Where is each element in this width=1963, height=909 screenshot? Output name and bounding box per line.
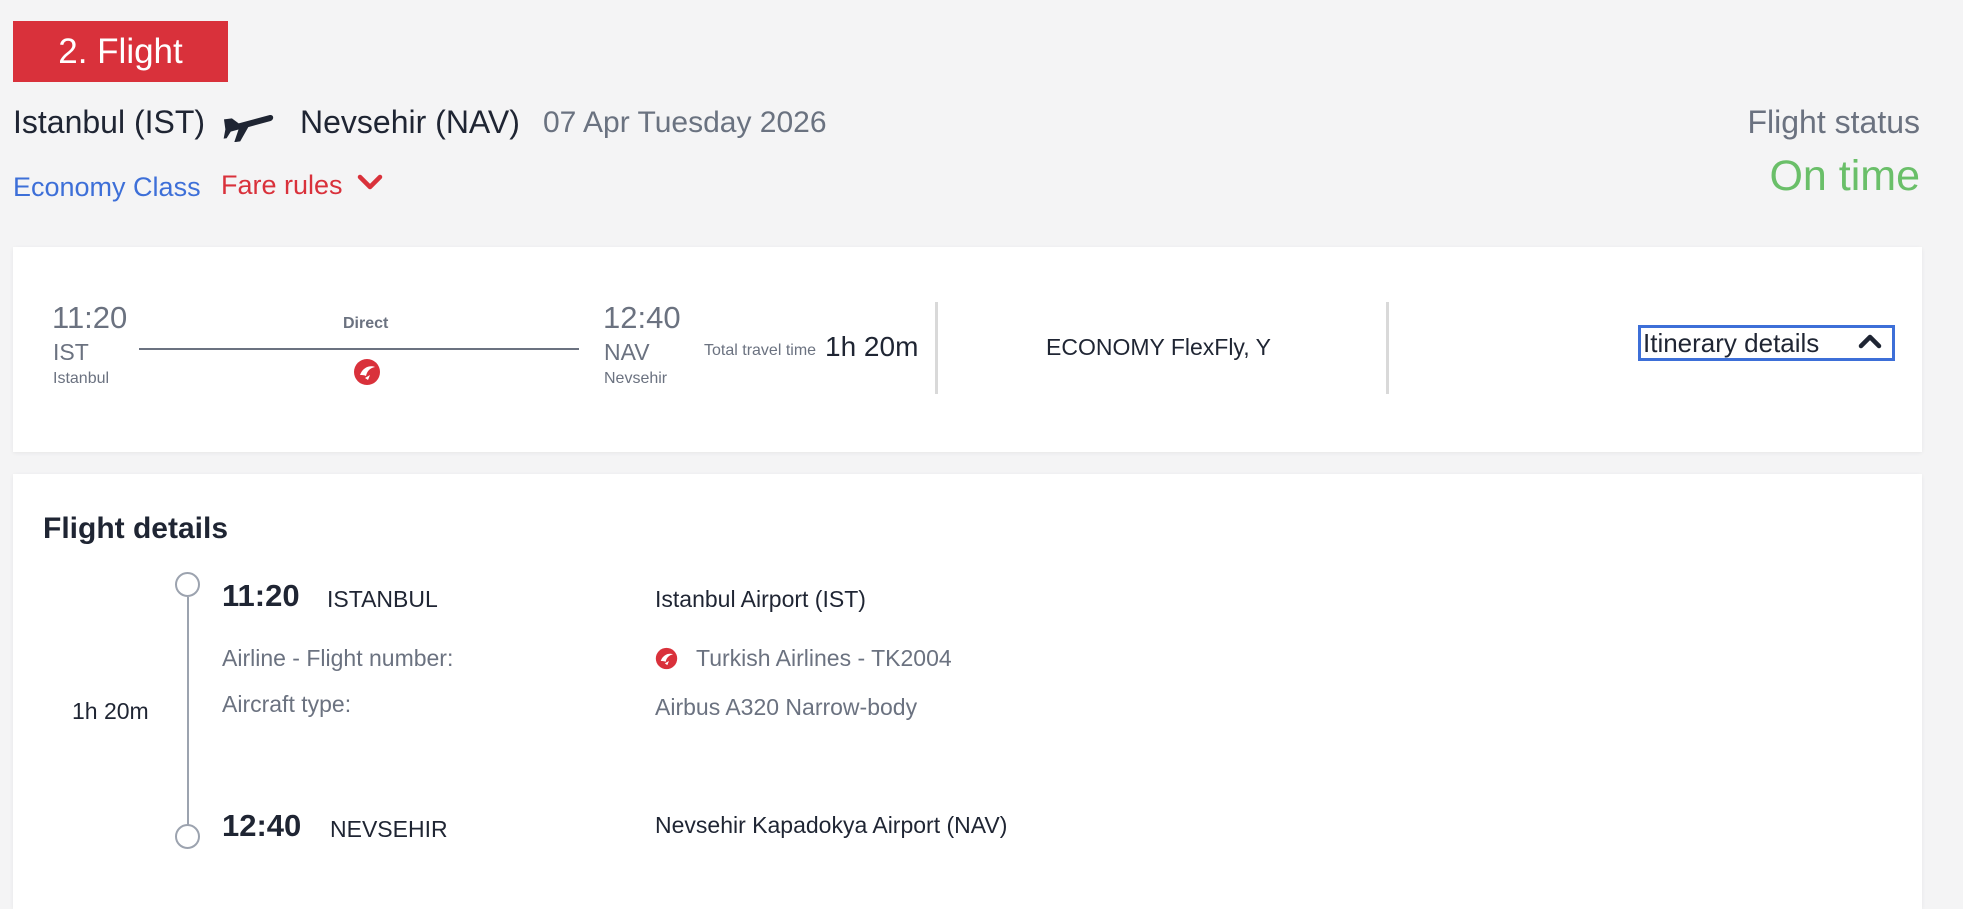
divider xyxy=(1386,302,1389,394)
departure-time: 11:20 xyxy=(52,300,128,335)
timeline-line xyxy=(187,597,189,835)
cabin-class: Economy Class xyxy=(13,172,201,202)
departure-time: 11:20 xyxy=(222,578,300,613)
departure-city: Istanbul xyxy=(53,370,110,387)
departure-airport: Istanbul Airport (IST) xyxy=(655,586,866,612)
flight-date: 07 Apr Tuesday 2026 xyxy=(543,106,827,139)
fare-rules-toggle[interactable]: Fare rules xyxy=(221,170,383,201)
arrival-city: Nevsehir xyxy=(604,370,668,387)
itinerary-details-button[interactable]: Itinerary details xyxy=(1638,325,1895,361)
airline-value: Turkish Airlines - TK2004 xyxy=(696,645,952,671)
origin-city: Istanbul (IST) xyxy=(13,104,206,140)
arrival-airport: Nevsehir Kapadokya Airport (NAV) xyxy=(655,812,1008,838)
itinerary-details-label: Itinerary details xyxy=(1643,327,1820,358)
arrival-timeline-dot xyxy=(175,824,200,849)
arrival-time: 12:40 xyxy=(222,808,302,843)
chevron-up-icon xyxy=(1858,333,1882,354)
turkish-airlines-logo-icon xyxy=(353,358,381,391)
total-travel-value: 1h 20m xyxy=(825,331,919,362)
step-badge: 2. Flight xyxy=(13,21,228,82)
flight-status-label: Flight status xyxy=(1747,104,1920,140)
route-line xyxy=(139,348,579,350)
destination-city: Nevsehir (NAV) xyxy=(300,104,520,140)
arrival-code: NAV xyxy=(604,339,650,365)
arrival-city-name: NEVSEHIR xyxy=(330,816,448,842)
stop-type: Direct xyxy=(343,315,389,332)
flight-duration: 1h 20m xyxy=(72,698,149,724)
fare-rules-label: Fare rules xyxy=(221,170,343,200)
total-travel-label: Total travel time xyxy=(704,342,817,359)
chevron-down-icon xyxy=(357,174,383,197)
departure-code: IST xyxy=(53,339,89,365)
divider xyxy=(935,302,938,394)
flight-status-value: On time xyxy=(1769,152,1920,200)
flight-details-title: Flight details xyxy=(43,512,229,545)
aircraft-label: Aircraft type: xyxy=(222,691,352,717)
airline-label: Airline - Flight number: xyxy=(222,645,454,671)
arrival-time: 12:40 xyxy=(603,300,681,335)
turkish-airlines-logo-icon xyxy=(655,647,678,675)
airplane-icon xyxy=(222,108,276,147)
fare-brand: ECONOMY FlexFly, Y xyxy=(1046,334,1271,360)
aircraft-value: Airbus A320 Narrow-body xyxy=(655,694,918,720)
departure-timeline-dot xyxy=(175,572,200,597)
departure-city-name: ISTANBUL xyxy=(327,586,438,612)
